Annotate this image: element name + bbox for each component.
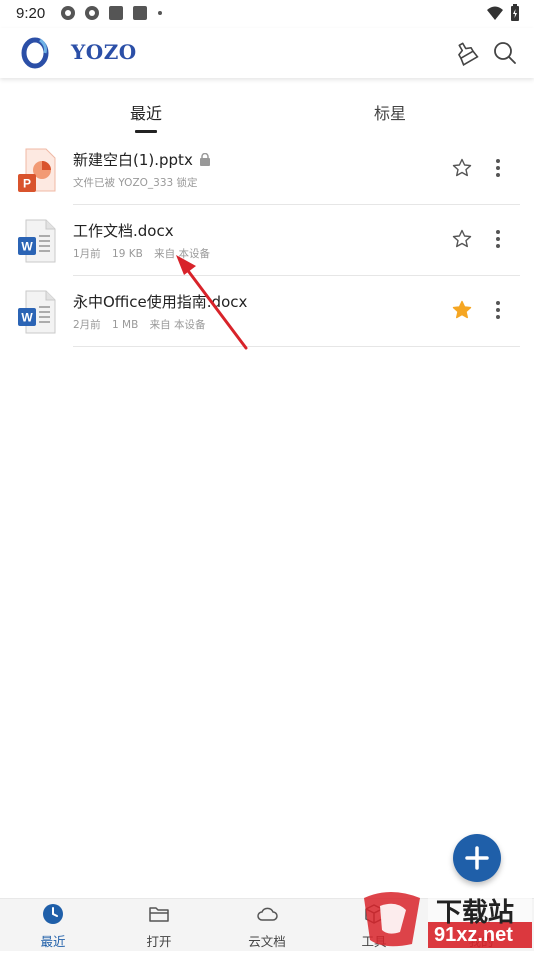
star-outline-icon[interactable]: [452, 158, 472, 178]
more-notifications-icon: [158, 11, 162, 15]
docx-file-icon: W: [18, 219, 56, 263]
status-bar: 9:20: [0, 0, 534, 28]
file-meta: 1月前 19 KB 来自 本设备: [73, 246, 218, 261]
tab-recent[interactable]: 最近: [130, 100, 162, 124]
tab-bar: 最近 标星: [0, 94, 534, 134]
cloud-icon: [257, 907, 278, 921]
file-source: 来自 本设备: [149, 319, 206, 331]
file-modified-time: 1月前: [73, 248, 101, 260]
file-name: 新建空白(1).pptx: [73, 149, 211, 170]
nav-label: 云文档: [248, 934, 286, 949]
clock-icon: [43, 904, 63, 924]
file-row-pptx[interactable]: P 新建空白(1).pptx 文件已被 YOZO_333 锁定: [0, 134, 534, 205]
file-row-docx[interactable]: W 工作文档.docx 1月前 19 KB 来自 本设备: [0, 205, 534, 276]
file-modified-time: 2月前: [73, 319, 101, 331]
more-vert-icon[interactable]: [490, 298, 506, 322]
file-size: 19 KB: [112, 248, 143, 260]
clean-brush-icon[interactable]: [453, 40, 479, 66]
tab-starred[interactable]: 标星: [374, 100, 406, 124]
star-filled-icon[interactable]: [452, 300, 472, 320]
lock-icon: [199, 153, 210, 166]
tab-indicator: [135, 130, 157, 133]
add-button[interactable]: [453, 834, 501, 882]
pptx-file-icon: P: [18, 148, 56, 192]
file-meta: 2月前 1 MB 来自 本设备: [73, 317, 214, 332]
file-name: 永中Office使用指南.docx: [73, 293, 248, 311]
app-notification-icon: [85, 6, 99, 20]
app-notification-icon: [109, 6, 123, 20]
star-outline-icon[interactable]: [452, 229, 472, 249]
battery-icon: [511, 4, 519, 21]
nav-recent[interactable]: 最近: [18, 899, 88, 951]
site-watermark: 下载站 91xz.net: [360, 888, 534, 950]
file-row-docx[interactable]: W 永中Office使用指南.docx 2月前 1 MB 来自 本设备: [0, 276, 534, 347]
more-vert-icon[interactable]: [490, 227, 506, 251]
docx-file-icon: W: [18, 290, 56, 334]
nav-open[interactable]: 打开: [124, 899, 194, 951]
nav-label: 打开: [146, 934, 172, 949]
file-size: 1 MB: [112, 319, 139, 331]
divider: [73, 346, 520, 347]
nav-cloud[interactable]: 云文档: [232, 899, 302, 951]
more-vert-icon[interactable]: [490, 156, 506, 180]
svg-text:W: W: [21, 240, 33, 254]
watermark-url: 91xz.net: [434, 924, 513, 946]
plus-icon: [465, 846, 489, 870]
svg-text:W: W: [21, 311, 33, 325]
file-source: 来自 本设备: [154, 248, 211, 260]
app-header: YOZO: [0, 28, 534, 78]
svg-text:P: P: [23, 177, 31, 191]
file-name: 工作文档.docx: [73, 222, 174, 240]
status-time: 9:20: [16, 5, 46, 22]
brand-name: YOZO: [71, 40, 137, 64]
folder-icon: [149, 907, 169, 922]
nav-label: 最近: [40, 934, 66, 949]
search-icon[interactable]: [492, 40, 518, 66]
file-meta: 文件已被 YOZO_333 锁定: [73, 175, 206, 190]
lock-status-text: 文件已被 YOZO_333 锁定: [73, 177, 198, 189]
app-notification-icon: [61, 6, 75, 20]
app-notification-icon: [133, 6, 147, 20]
file-name-text: 新建空白(1).pptx: [73, 151, 193, 169]
yozo-logo-icon: [21, 37, 49, 69]
status-notification-icons: [60, 5, 164, 21]
wifi-icon: [487, 6, 503, 20]
